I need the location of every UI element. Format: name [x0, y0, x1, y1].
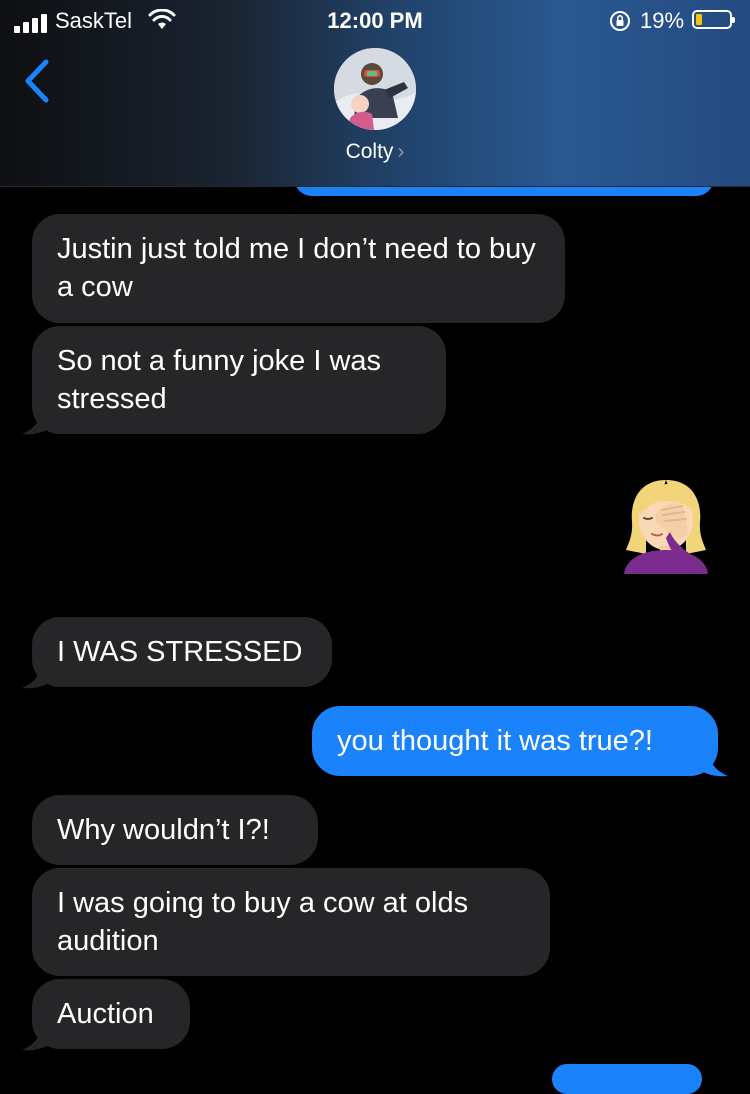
contact-name-button[interactable]: Colty ›: [0, 140, 750, 164]
chevron-right-icon: ›: [397, 140, 405, 163]
received-message-bubble[interactable]: Justin just told me I don’t need to buy …: [32, 214, 565, 323]
received-message-bubble[interactable]: Why wouldn’t I?!: [32, 795, 318, 865]
chevron-left-icon[interactable]: [20, 58, 52, 104]
received-message-bubble[interactable]: So not a funny joke I was stressed: [32, 326, 446, 434]
bubble-tail: [22, 404, 56, 435]
received-message-bubble[interactable]: I was going to buy a cow at olds auditio…: [32, 868, 550, 976]
battery-percentage: 19%: [640, 8, 685, 33]
message-text: Auction: [57, 998, 154, 1030]
status-bar: SaskTel 12:00 PM 19%: [0, 0, 750, 40]
status-time: 12:00 PM: [327, 8, 423, 33]
received-message-bubble[interactable]: I WAS STRESSED: [32, 617, 332, 687]
contact-name: Colty: [345, 140, 394, 163]
message-text: Justin just told me I don’t need to buy …: [57, 233, 536, 303]
bubble-tail: [22, 658, 56, 689]
battery-icon: [692, 10, 735, 29]
conversation-header: SaskTel 12:00 PM 19% Colty ›: [0, 0, 750, 187]
bubble-tail: [22, 1020, 56, 1051]
sent-message-bubble[interactable]: you thought it was true?!: [312, 706, 718, 776]
orientation-lock-icon: [610, 11, 630, 31]
message-text: you thought it was true?!: [337, 725, 653, 757]
message-text: Why wouldn’t I?!: [57, 814, 270, 846]
woman-facepalming-icon[interactable]: [616, 474, 716, 574]
message-text: So not a funny joke I was stressed: [57, 345, 382, 415]
message-text: I WAS STRESSED: [57, 636, 303, 668]
bubble-tail: [694, 746, 728, 777]
contact-avatar[interactable]: [334, 48, 416, 130]
sent-message-bubble-partial[interactable]: [552, 1064, 702, 1094]
message-text: I was going to buy a cow at olds auditio…: [57, 887, 469, 957]
